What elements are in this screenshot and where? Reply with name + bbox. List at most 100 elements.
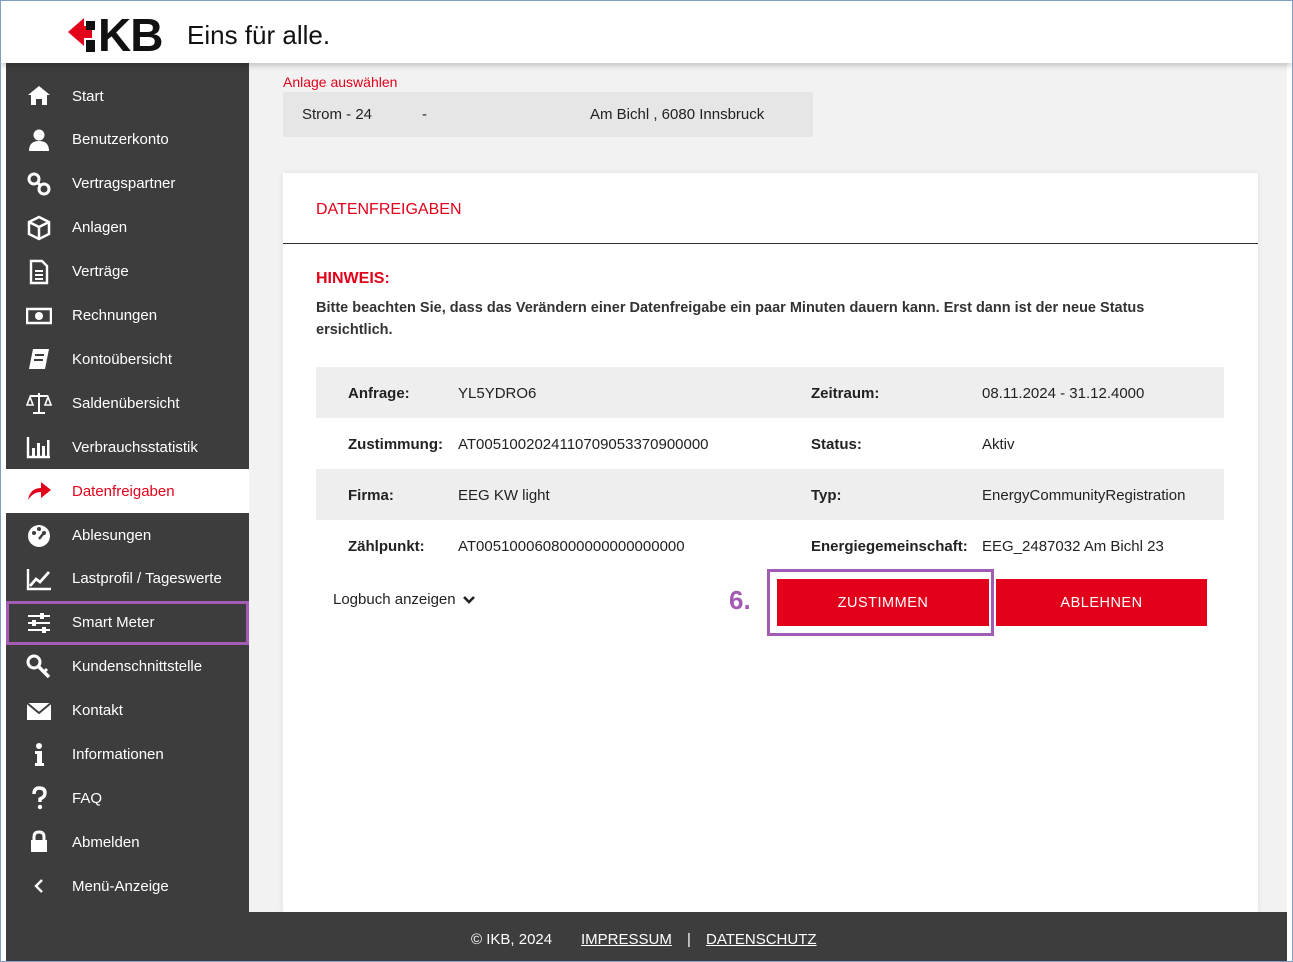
info-table: Anfrage: YL5YDRO6 Zeitraum: 08.11.2024 -… bbox=[316, 367, 1224, 571]
row-value: AT0051000608000000000000000 bbox=[458, 538, 685, 555]
sidebar-item-label: Menü-Anzeige bbox=[72, 877, 169, 895]
anlage-address: Am Bichl , 6080 Innsbruck bbox=[590, 106, 765, 123]
cube-icon bbox=[6, 215, 72, 241]
line-chart-icon bbox=[6, 566, 72, 592]
annotation-highlight-box bbox=[767, 569, 994, 636]
key-icon bbox=[6, 654, 72, 680]
logo-text: KB bbox=[98, 9, 163, 61]
sidebar-item-menü-anzeige[interactable]: Menü-Anzeige bbox=[6, 864, 249, 908]
datenschutz-link[interactable]: DATENSCHUTZ bbox=[706, 931, 817, 948]
bar-chart-icon bbox=[6, 434, 72, 460]
sidebar-item-verbrauchsstatistik[interactable]: Verbrauchsstatistik bbox=[6, 425, 249, 469]
envelope-icon bbox=[6, 698, 72, 724]
sidebar-item-label: Informationen bbox=[72, 746, 164, 763]
row-key: Anfrage: bbox=[348, 385, 410, 402]
anlage-label: Anlage auswählen bbox=[283, 74, 398, 90]
sliders-icon bbox=[6, 610, 72, 636]
sidebar-item-label: Smart Meter bbox=[72, 614, 155, 632]
sidebar-item-kundenschnittstelle[interactable]: Kundenschnittstelle bbox=[6, 645, 249, 689]
impressum-link[interactable]: IMPRESSUM bbox=[581, 931, 672, 948]
link-icon bbox=[6, 171, 72, 197]
sidebar-item-abmelden[interactable]: Abmelden bbox=[6, 820, 249, 864]
sidebar-item-datenfreigaben[interactable]: Datenfreigaben bbox=[6, 469, 249, 514]
row-value: YL5YDRO6 bbox=[458, 385, 537, 402]
footer-copyright: © IKB, 2024 bbox=[471, 931, 553, 948]
header: KB Eins für alle. bbox=[0, 0, 1293, 63]
sidebar-item-kontakt[interactable]: Kontakt bbox=[6, 689, 249, 733]
anlage-type: Strom - 24 bbox=[302, 106, 373, 123]
sidebar-item-label: Rechnungen bbox=[72, 307, 158, 324]
sidebar-item-label: Verbrauchsstatistik bbox=[72, 438, 198, 456]
row-key: Zustimmung: bbox=[348, 436, 443, 453]
sidebar-item-benutzerkonto[interactable]: Benutzerkonto bbox=[6, 118, 249, 162]
sidebar-item-label: Vertragspartner bbox=[72, 175, 176, 193]
footer: © IKB, 2024 IMPRESSUM | DATENSCHUTZ bbox=[6, 912, 1287, 962]
row-value: Aktiv bbox=[982, 436, 1015, 453]
sidebar-item-label: Saldenübersicht bbox=[72, 394, 180, 412]
info-icon bbox=[6, 742, 72, 768]
sidebar-item-label: Datenfreigaben bbox=[72, 482, 175, 500]
row-key: Typ: bbox=[811, 487, 842, 504]
row-value: AT005100202411070905337090000​0 bbox=[458, 436, 709, 453]
sidebar-item-label: FAQ bbox=[72, 789, 103, 807]
sidebar-item-label: Kontakt bbox=[72, 702, 123, 720]
ablehnen-button[interactable]: ABLEHNEN bbox=[996, 579, 1207, 626]
chevron-down-icon bbox=[462, 595, 475, 604]
footer-separator: | bbox=[687, 931, 691, 948]
anlage-select[interactable]: Strom - 24 - Am Bichl , 6080 Innsbruck bbox=[283, 92, 813, 137]
sidebar-item-label: Kundenschnittstelle bbox=[72, 658, 203, 676]
sidebar-item-anlagen[interactable]: Anlagen bbox=[6, 206, 249, 250]
sidebar-item-label: Lastprofil / Tageswerte bbox=[72, 570, 222, 588]
logo-arrow-icon bbox=[68, 18, 95, 52]
anlage-dash: - bbox=[422, 106, 427, 123]
sidebar-item-saldenübersicht[interactable]: Saldenübersicht bbox=[6, 381, 249, 425]
table-row: Anfrage: YL5YDRO6 Zeitraum: 08.11.2024 -… bbox=[316, 367, 1224, 418]
card-title: DATENFREIGABEN bbox=[316, 201, 462, 218]
row-key: Status: bbox=[811, 436, 862, 453]
sidebar-item-label: Abmelden bbox=[72, 833, 140, 851]
document-icon bbox=[6, 259, 72, 285]
sidebar-item-label: Kontoübersicht bbox=[72, 350, 173, 368]
sidebar-item-verträge[interactable]: Verträge bbox=[6, 250, 249, 294]
sidebar: Start Benutzerkonto Vertragspartner Anlagen… bbox=[6, 63, 249, 912]
table-row: Firma: EEG KW light Typ: EnergyCommunity… bbox=[316, 469, 1224, 520]
sidebar-item-label: Ablesungen bbox=[72, 526, 152, 544]
table-row: Zählpunkt: AT0051000608000000000000000 E… bbox=[316, 520, 1224, 571]
sidebar-item-smart-meter[interactable]: Smart Meter bbox=[6, 600, 249, 645]
home-icon bbox=[6, 83, 72, 109]
row-value: EEG KW light bbox=[458, 487, 550, 504]
logo-mark: KB bbox=[68, 9, 180, 61]
annotation-step-6: 6. bbox=[729, 585, 751, 615]
datenfreigaben-card: DATENFREIGABEN HINWEIS: Bitte beachten S… bbox=[283, 173, 1258, 912]
lock-icon bbox=[6, 829, 72, 855]
chevron-left-icon bbox=[6, 873, 72, 899]
sidebar-item-lastprofil-tageswerte[interactable]: Lastprofil / Tageswerte bbox=[6, 557, 249, 601]
sidebar-item-kontoübersicht[interactable]: Kontoübersicht bbox=[6, 337, 249, 381]
slogan: Eins für alle. bbox=[187, 20, 331, 50]
row-key: Zeitraum: bbox=[811, 385, 880, 402]
scale-icon bbox=[6, 390, 72, 416]
row-value: EEG_2487032 Am Bichl 23 bbox=[982, 538, 1164, 555]
logbuch-label: Logbuch anzeigen bbox=[333, 591, 456, 608]
share-arrow-icon bbox=[6, 478, 72, 504]
hinweis-title: HINWEIS: bbox=[316, 270, 390, 287]
row-key: Zählpunkt: bbox=[348, 538, 425, 555]
money-icon bbox=[6, 303, 72, 329]
row-value: 08.11.2024 - 31.12.4000 bbox=[982, 385, 1145, 402]
divider bbox=[283, 243, 1258, 244]
row-value: EnergyCommunityRegistration bbox=[982, 487, 1186, 504]
sidebar-item-vertragspartner[interactable]: Vertragspartner bbox=[6, 162, 249, 206]
sidebar-item-ablesungen[interactable]: Ablesungen bbox=[6, 513, 249, 557]
sidebar-item-faq[interactable]: FAQ bbox=[6, 776, 249, 820]
sidebar-item-rechnungen[interactable]: Rechnungen bbox=[6, 294, 249, 338]
sidebar-item-label: Verträge bbox=[72, 263, 129, 281]
sidebar-item-label: Anlagen bbox=[72, 219, 128, 237]
gauge-icon bbox=[6, 522, 72, 548]
table-row: Zustimmung: AT00510020241107090533709000… bbox=[316, 418, 1224, 469]
sidebar-item-informationen[interactable]: Informationen bbox=[6, 733, 249, 777]
ikb-logo[interactable]: KB bbox=[68, 9, 180, 61]
sidebar-item-label: Start bbox=[72, 87, 104, 105]
sidebar-item-start[interactable]: Start bbox=[6, 74, 249, 118]
logbuch-toggle[interactable]: Logbuch anzeigen bbox=[333, 591, 476, 608]
user-icon bbox=[6, 127, 72, 153]
